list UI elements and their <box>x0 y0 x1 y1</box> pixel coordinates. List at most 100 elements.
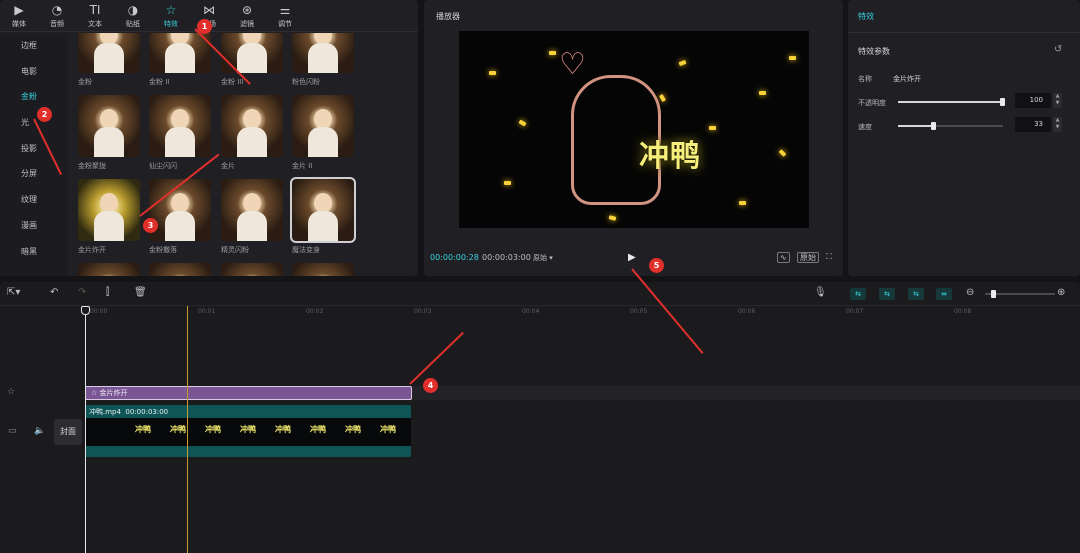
link-icon[interactable]: ⇆ <box>908 288 924 300</box>
total-time: 00:00:03:00 <box>482 253 531 262</box>
effect-thumbnail <box>221 95 283 157</box>
player-panel: 播放器 ♡ 冲鸭 00:00:00:28 00:00:03:00 原始 ▾ ▶ … <box>424 0 843 276</box>
effect-thumbnail <box>78 33 140 73</box>
zoom-slider[interactable] <box>985 290 1055 298</box>
play-button[interactable]: ▶ <box>628 252 636 263</box>
effect-thumbnail <box>78 179 140 241</box>
effect-item[interactable] <box>78 263 140 276</box>
original-size-button[interactable]: 原始 <box>797 252 819 263</box>
effect-thumbnail <box>292 33 354 73</box>
effect-item[interactable]: 金粉 II <box>149 33 211 87</box>
player-controls: 00:00:00:28 00:00:03:00 原始 ▾ ▶ ∿ 原始 ⛶ <box>424 246 843 270</box>
effect-thumbnail <box>292 95 354 157</box>
effect-item[interactable]: 仙尘闪闪 <box>149 95 211 171</box>
filter-icon: ⊛ <box>241 2 253 17</box>
zoom-in-icon[interactable]: ⊕ <box>1057 287 1065 298</box>
timeline-toolbar: ⇱▾ ↶ ↷ ⫿ 🗑 🎙 ⇆ ⇆ ⇆ ⇹ ⊖ ⊕ <box>0 282 1080 306</box>
sidebar-item-gold-dust[interactable]: 金粉 <box>0 84 68 110</box>
fullscreen-icon[interactable]: ⛶ <box>824 252 834 263</box>
playhead-handle[interactable] <box>81 306 90 315</box>
undo-icon[interactable]: ↶ <box>50 287 58 298</box>
adjust-icon: ⚌ <box>279 2 291 17</box>
tab-audio[interactable]: ◔ 音频 <box>38 0 76 32</box>
tab-filter[interactable]: ⊛ 滤镜 <box>228 0 266 32</box>
sidebar-item-texture[interactable]: 纹理 <box>0 187 68 213</box>
effect-item[interactable]: 金片炸开 <box>78 179 140 255</box>
annotation-badge: 1 <box>197 19 212 34</box>
waveform-icon[interactable]: ∿ <box>777 252 790 263</box>
opacity-slider[interactable] <box>898 98 1005 106</box>
timeline-panel: ⇱▾ ↶ ↷ ⫿ 🗑 🎙 ⇆ ⇆ ⇆ ⇹ ⊖ ⊕ 00:00 00:01 00:… <box>0 282 1080 553</box>
annotation-badge: 2 <box>37 107 52 122</box>
effect-item[interactable] <box>292 263 354 276</box>
tab-sticker[interactable]: ◑ 贴纸 <box>114 0 152 32</box>
effect-thumbnail <box>78 95 140 157</box>
effect-category-sidebar: 边框 电影 金粉 光 投影 分屏 纹理 漫画 暗黑 <box>0 33 68 276</box>
effect-item[interactable]: 金片 <box>221 95 283 171</box>
sidebar-item-dark[interactable]: 暗黑 <box>0 239 68 265</box>
sidebar-item-comic[interactable]: 漫画 <box>0 213 68 239</box>
hover-cursor-line <box>187 306 188 553</box>
opacity-stepper[interactable]: ▲ ▼ <box>1053 93 1062 108</box>
effect-thumbnail <box>221 33 283 73</box>
snap-icon[interactable]: ⇹ <box>936 288 952 300</box>
video-preview[interactable]: ♡ 冲鸭 <box>459 31 809 228</box>
playhead[interactable] <box>85 308 86 553</box>
name-value: 金片炸开 <box>893 75 921 83</box>
effect-item[interactable]: 金片 II <box>292 95 354 171</box>
effect-grid: 金粉 金粉 II 金粉 III 粉色闪粉 金粉聚拢 仙尘闪闪 金片 金片 II … <box>72 33 418 276</box>
effects-icon: ☆ <box>165 2 177 17</box>
opacity-input[interactable]: 100 <box>1015 93 1051 108</box>
effect-item[interactable]: 精灵闪粉 <box>221 179 283 255</box>
link-icon[interactable]: ⇆ <box>879 288 895 300</box>
sidebar-item-movie[interactable]: 电影 <box>0 59 68 85</box>
time-ruler[interactable]: 00:00 00:01 00:02 00:03 00:04 00:05 00:0… <box>85 306 1080 322</box>
speed-input[interactable]: 33 <box>1015 117 1051 132</box>
effect-item[interactable] <box>221 263 283 276</box>
properties-title: 特效 <box>858 12 874 21</box>
video-clip[interactable]: 冲鸭.mp4 00:00:03:00 冲鸭 冲鸭 冲鸭 冲鸭 冲鸭 冲鸭 冲鸭 … <box>85 405 411 457</box>
sidebar-item-border[interactable]: 边框 <box>0 33 68 59</box>
effect-item[interactable]: 金粉聚拢 <box>78 95 140 171</box>
section-title: 特效参数 <box>858 47 890 56</box>
effect-thumbnail <box>149 179 211 241</box>
zoom-out-icon[interactable]: ⊖ <box>966 287 974 298</box>
tab-adjust[interactable]: ⚌ 调节 <box>266 0 304 32</box>
speed-stepper[interactable]: ▲ ▼ <box>1053 117 1062 132</box>
effect-thumbnail <box>221 179 283 241</box>
effect-item[interactable]: 金粉撒落 <box>149 179 211 255</box>
properties-panel: 特效 特效参数 ↺ 名称 金片炸开 不透明度 100 ▲ ▼ 速度 33 ▲ ▼ <box>848 0 1080 276</box>
speed-slider[interactable] <box>898 122 1003 130</box>
tab-text[interactable]: TI 文本 <box>76 0 114 32</box>
effect-item[interactable]: 金粉 <box>78 33 140 87</box>
media-icon: ▶ <box>14 2 24 17</box>
video-clip-header: 冲鸭.mp4 00:00:03:00 <box>89 408 169 416</box>
effect-clip[interactable]: ☆ 金片炸开 <box>85 386 412 400</box>
sidebar-item-projection[interactable]: 投影 <box>0 136 68 162</box>
delete-icon[interactable]: 🗑 <box>134 287 147 298</box>
annotation-badge: 3 <box>143 218 158 233</box>
redo-icon[interactable]: ↷ <box>78 287 86 298</box>
select-tool-icon[interactable]: ⇱▾ <box>7 287 20 298</box>
mute-icon[interactable]: 🔈 <box>34 426 45 436</box>
effect-item[interactable]: 金粉 III <box>221 33 283 87</box>
effect-item[interactable]: 粉色闪粉 <box>292 33 354 87</box>
effect-item[interactable]: 魔法变身 <box>290 177 356 255</box>
tab-media[interactable]: ▶ 媒体 <box>0 0 38 32</box>
split-icon[interactable]: ⫿ <box>106 287 109 298</box>
tab-effects[interactable]: ☆ 特效 <box>152 0 190 32</box>
effect-thumbnail <box>149 263 211 276</box>
effect-thumbnail <box>149 95 211 157</box>
ratio-dropdown[interactable]: 原始 ▾ <box>533 253 553 263</box>
link-icon[interactable]: ⇆ <box>850 288 866 300</box>
effect-thumbnail <box>292 263 354 276</box>
player-title: 播放器 <box>436 12 460 21</box>
annotation-badge: 4 <box>423 378 438 393</box>
effect-item[interactable] <box>149 263 211 276</box>
name-label: 名称 <box>858 75 872 83</box>
reset-icon[interactable]: ↺ <box>1054 44 1062 55</box>
annotation-badge: 5 <box>649 258 664 273</box>
microphone-icon[interactable]: 🎙 <box>814 287 827 298</box>
effect-track-icon: ☆ <box>7 387 16 397</box>
cover-button[interactable]: 封面 <box>54 419 82 445</box>
